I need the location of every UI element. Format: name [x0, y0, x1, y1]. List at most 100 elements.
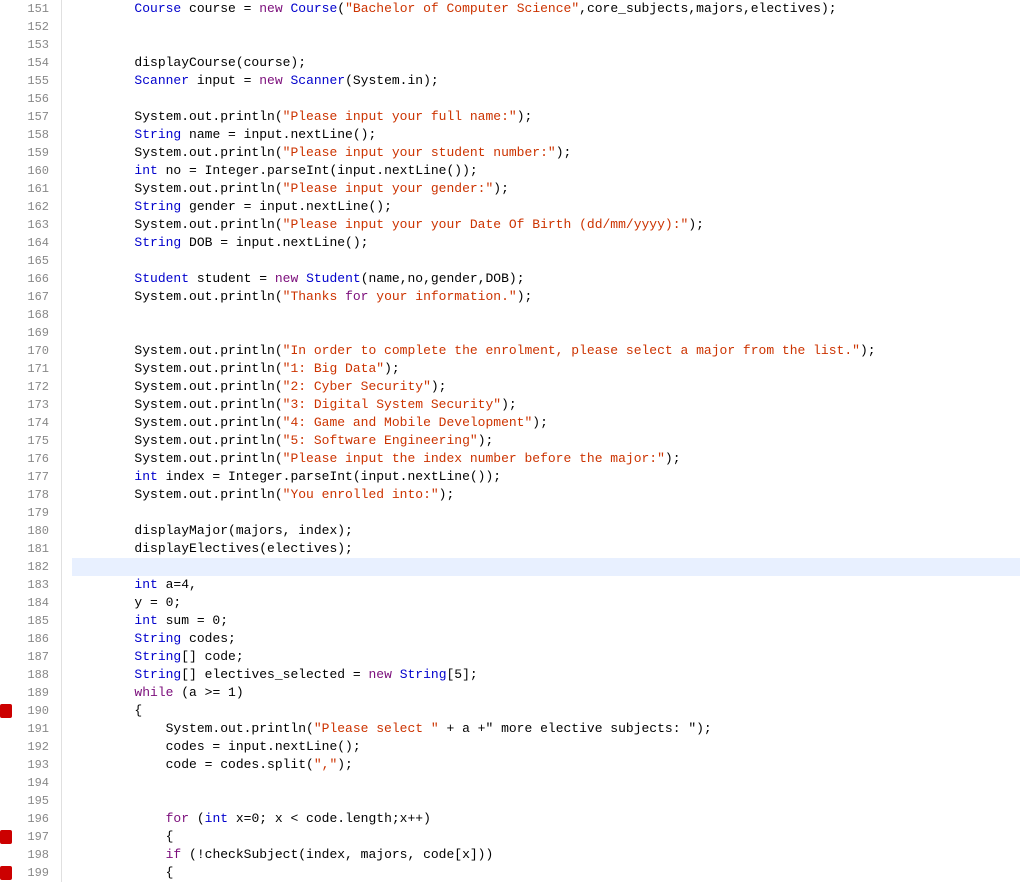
code-line: Scanner input = new Scanner(System.in); [72, 72, 1020, 90]
code-line: System.out.println("4: Game and Mobile D… [72, 414, 1020, 432]
code-line [72, 324, 1020, 342]
line-number: 156 [0, 90, 57, 108]
line-number: 191 [0, 720, 57, 738]
line-number: 170 [0, 342, 57, 360]
code-line: int no = Integer.parseInt(input.nextLine… [72, 162, 1020, 180]
code-line: { [72, 828, 1020, 846]
line-number: 193 [0, 756, 57, 774]
line-number: 184 [0, 594, 57, 612]
code-line: System.out.println("Please input the ind… [72, 450, 1020, 468]
code-line: String DOB = input.nextLine(); [72, 234, 1020, 252]
code-line: System.out.println("Please input your fu… [72, 108, 1020, 126]
code-line: String[] electives_selected = new String… [72, 666, 1020, 684]
code-line: System.out.println("1: Big Data"); [72, 360, 1020, 378]
line-number: 199 [0, 864, 57, 882]
line-number: 173 [0, 396, 57, 414]
code-line: System.out.println("You enrolled into:")… [72, 486, 1020, 504]
code-line: System.out.println("3: Digital System Se… [72, 396, 1020, 414]
code-editor: 1511521531541551561571581591601611621631… [0, 0, 1020, 882]
code-line: code = codes.split(","); [72, 756, 1020, 774]
line-number: 167 [0, 288, 57, 306]
line-number: 172 [0, 378, 57, 396]
line-number: 182 [0, 558, 57, 576]
code-line: int index = Integer.parseInt(input.nextL… [72, 468, 1020, 486]
line-number: 178 [0, 486, 57, 504]
line-number: 153 [0, 36, 57, 54]
line-number: 183 [0, 576, 57, 594]
line-number: 196 [0, 810, 57, 828]
line-number: 165 [0, 252, 57, 270]
line-number: 162 [0, 198, 57, 216]
code-line: if (!checkSubject(index, majors, code[x]… [72, 846, 1020, 864]
line-number: 177 [0, 468, 57, 486]
code-line: Student student = new Student(name,no,ge… [72, 270, 1020, 288]
code-line [72, 774, 1020, 792]
line-number: 186 [0, 630, 57, 648]
line-number: 180 [0, 522, 57, 540]
line-number: 151 [0, 0, 57, 18]
code-line [72, 306, 1020, 324]
line-number: 195 [0, 792, 57, 810]
code-line [72, 18, 1020, 36]
code-line: displayMajor(majors, index); [72, 522, 1020, 540]
line-number: 194 [0, 774, 57, 792]
line-number: 159 [0, 144, 57, 162]
code-line: System.out.println("Thanks for your info… [72, 288, 1020, 306]
line-number: 175 [0, 432, 57, 450]
code-line: displayElectives(electives); [72, 540, 1020, 558]
line-number: 168 [0, 306, 57, 324]
code-line: int sum = 0; [72, 612, 1020, 630]
line-number: 185 [0, 612, 57, 630]
code-line: y = 0; [72, 594, 1020, 612]
code-line: Course course = new Course("Bachelor of … [72, 0, 1020, 18]
line-number: 174 [0, 414, 57, 432]
line-number: 192 [0, 738, 57, 756]
line-number: 181 [0, 540, 57, 558]
line-number: 189 [0, 684, 57, 702]
code-line [72, 558, 1020, 576]
code-line: String name = input.nextLine(); [72, 126, 1020, 144]
code-line: System.out.println("Please select " + a … [72, 720, 1020, 738]
code-area: Course course = new Course("Bachelor of … [62, 0, 1020, 882]
line-number: 188 [0, 666, 57, 684]
line-number: 161 [0, 180, 57, 198]
line-number: 160 [0, 162, 57, 180]
code-line [72, 792, 1020, 810]
code-line: System.out.println("Please input your st… [72, 144, 1020, 162]
line-number-gutter: 1511521531541551561571581591601611621631… [0, 0, 62, 882]
code-line: System.out.println("5: Software Engineer… [72, 432, 1020, 450]
code-line: while (a >= 1) [72, 684, 1020, 702]
line-number: 155 [0, 72, 57, 90]
line-number: 164 [0, 234, 57, 252]
line-number: 152 [0, 18, 57, 36]
line-number: 154 [0, 54, 57, 72]
code-line: displayCourse(course); [72, 54, 1020, 72]
line-number: 166 [0, 270, 57, 288]
line-number: 169 [0, 324, 57, 342]
code-line: codes = input.nextLine(); [72, 738, 1020, 756]
line-number: 187 [0, 648, 57, 666]
code-line [72, 252, 1020, 270]
code-line: { [72, 702, 1020, 720]
line-number: 197 [0, 828, 57, 846]
code-line: for (int x=0; x < code.length;x++) [72, 810, 1020, 828]
line-number: 157 [0, 108, 57, 126]
line-number: 158 [0, 126, 57, 144]
line-number: 163 [0, 216, 57, 234]
line-number: 171 [0, 360, 57, 378]
line-number: 190 [0, 702, 57, 720]
code-line: { [72, 864, 1020, 882]
code-line: String[] code; [72, 648, 1020, 666]
code-line: System.out.println("2: Cyber Security"); [72, 378, 1020, 396]
code-line: System.out.println("Please input your yo… [72, 216, 1020, 234]
code-line: String codes; [72, 630, 1020, 648]
code-line [72, 504, 1020, 522]
line-number: 176 [0, 450, 57, 468]
code-line: System.out.println("Please input your ge… [72, 180, 1020, 198]
code-line [72, 36, 1020, 54]
code-line: System.out.println("In order to complete… [72, 342, 1020, 360]
code-line: String gender = input.nextLine(); [72, 198, 1020, 216]
line-number: 198 [0, 846, 57, 864]
code-line: int a=4, [72, 576, 1020, 594]
line-number: 179 [0, 504, 57, 522]
